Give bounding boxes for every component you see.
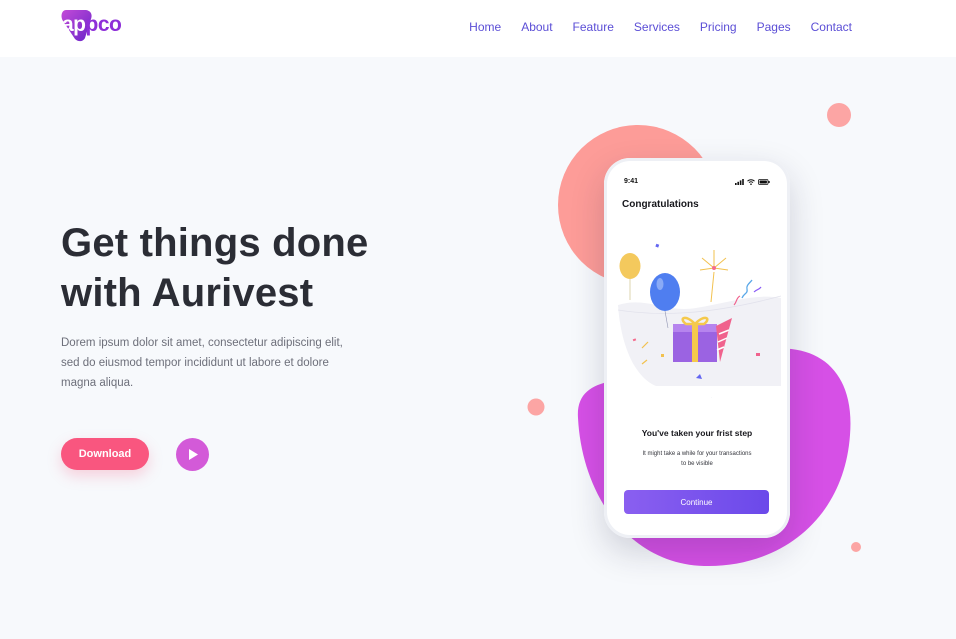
screen-title: Congratulations <box>622 199 699 210</box>
main-nav: Home About Feature Services Pricing Page… <box>469 20 852 34</box>
hero-title-line1: Get things done <box>61 221 369 265</box>
nav-pricing[interactable]: Pricing <box>700 20 737 34</box>
signal-icon <box>735 179 744 185</box>
wifi-icon <box>747 179 755 185</box>
nav-home[interactable]: Home <box>469 20 501 34</box>
brand-logo[interactable]: appco <box>60 8 122 42</box>
step-title: You've taken your frist step <box>641 428 753 438</box>
decor-dot-left <box>527 398 545 421</box>
step-subtitle-line1: It might take a while for your transacti… <box>642 451 752 457</box>
play-icon <box>188 449 198 460</box>
step-subtitle: It might take a while for your transacti… <box>626 449 768 469</box>
nav-pages[interactable]: Pages <box>757 20 791 34</box>
step-subtitle-line2: to be visible <box>681 461 713 467</box>
battery-icon <box>758 179 770 185</box>
hero-description-line3: magna aliqua. <box>61 377 134 389</box>
download-button[interactable]: Download <box>61 438 149 470</box>
hero-description-line2: sed do eiusmod tempor incididunt ut labo… <box>61 357 329 369</box>
nav-feature[interactable]: Feature <box>573 20 614 34</box>
hero-title-line2: with Aurivest <box>61 271 314 315</box>
decor-dot-topright <box>827 103 851 132</box>
site-header: appco Home About Feature Services Pricin… <box>0 0 956 57</box>
continue-button[interactable]: Continue <box>624 490 769 514</box>
play-video-button[interactable] <box>176 438 209 471</box>
decor-dot-small <box>851 539 861 557</box>
logo-text-part2: pco <box>85 13 122 36</box>
logo-text-part1: ap <box>62 13 86 36</box>
logo-text: appco <box>62 13 122 37</box>
logo-badge-icon: appco <box>60 8 122 42</box>
nav-contact[interactable]: Contact <box>811 20 852 34</box>
hero-description: Dorem ipsum dolor sit amet, consectetur … <box>61 333 381 393</box>
phone-mockup: 9:41 Congratulations You've taken your f… <box>604 158 790 538</box>
hero-title: Get things done with Aurivest <box>61 218 481 318</box>
status-time: 9:41 <box>624 178 639 185</box>
nav-services[interactable]: Services <box>634 20 680 34</box>
hero-description-line1: Dorem ipsum dolor sit amet, consectetur … <box>61 337 343 349</box>
status-icons <box>735 179 770 185</box>
nav-about[interactable]: About <box>521 20 552 34</box>
celebration-illustration <box>617 243 781 398</box>
